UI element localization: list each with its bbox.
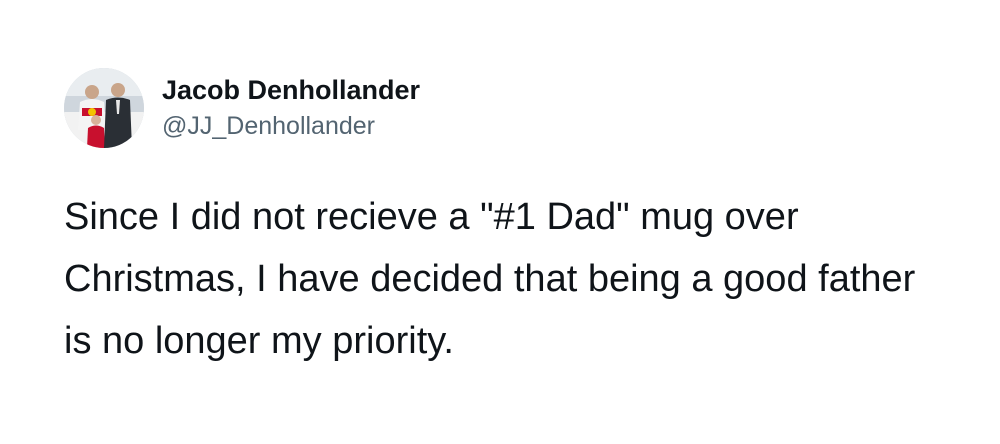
avatar-photo-icon bbox=[64, 68, 144, 148]
tweet-header: Jacob Denhollander @JJ_Denhollander bbox=[64, 68, 420, 148]
author-display-name[interactable]: Jacob Denhollander bbox=[162, 73, 420, 107]
avatar[interactable] bbox=[64, 68, 144, 148]
tweet-card: Jacob Denhollander @JJ_Denhollander Sinc… bbox=[0, 0, 1000, 444]
author-handle[interactable]: @JJ_Denhollander bbox=[162, 109, 420, 143]
tweet-text: Since I did not recieve a "#1 Dad" mug o… bbox=[64, 196, 916, 362]
author-names: Jacob Denhollander @JJ_Denhollander bbox=[162, 73, 420, 143]
